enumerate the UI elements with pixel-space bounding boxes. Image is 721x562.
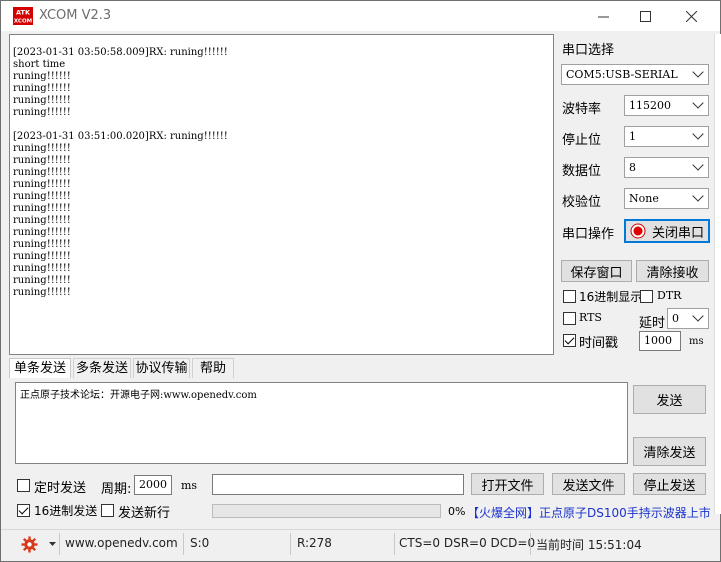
stop-bits-value: 1 (629, 130, 636, 143)
port-select-label: 串口选择 (562, 43, 615, 58)
open-file-button[interactable]: 打开文件 (471, 473, 544, 495)
timed-send-checkbox[interactable] (17, 479, 30, 492)
side-strip (714, 34, 721, 514)
chevron-down-icon (692, 66, 704, 78)
close-button[interactable] (668, 1, 714, 31)
status-lines: CTS=0 DSR=0 DCD=0 (399, 536, 536, 550)
status-bar: www.openedv.com S:0 R:278 CTS=0 DSR=0 DC… (1, 529, 720, 558)
send-progress-percent: 0% (448, 505, 466, 518)
save-window-button[interactable]: 保存窗口 (561, 260, 632, 282)
tab-protocol[interactable]: 协议传输 (133, 358, 190, 378)
data-bits-select[interactable]: 8 (624, 157, 709, 178)
period-unit: ms (181, 479, 198, 492)
stop-bits-label: 停止位 (562, 133, 602, 148)
period-label: 周期: (101, 482, 132, 497)
stop-send-label: 停止发送 (643, 478, 696, 494)
send-button-label: 发送 (656, 394, 683, 409)
window-title: XCOM V2.3 (39, 8, 112, 23)
caret-down-icon[interactable] (49, 542, 56, 547)
dtr-label: DTR (657, 289, 682, 302)
baud-select[interactable]: 115200 (624, 95, 709, 116)
port-operation-label: 串口操作 (562, 227, 615, 242)
rts-checkbox[interactable] (563, 312, 576, 325)
tab-single-send[interactable]: 单条发送 (9, 358, 71, 378)
save-window-label: 保存窗口 (570, 265, 623, 281)
port-select-value: COM5:USB-SERIAL (566, 68, 678, 81)
timestamp-checkbox[interactable] (563, 334, 576, 347)
minimize-button[interactable] (580, 1, 626, 31)
svg-text:XCOM: XCOM (14, 19, 32, 25)
delay-label: 延时 (639, 316, 666, 331)
data-bits-label: 数据位 (562, 164, 602, 179)
chevron-down-icon (692, 128, 704, 140)
chevron-down-icon (692, 190, 704, 202)
status-sent: S:0 (190, 536, 210, 550)
app-window: ATK XCOM XCOM V2.3 [2023-01-31 03:50:58.… (0, 0, 721, 562)
parity-label: 校验位 (562, 195, 602, 210)
close-port-label: 关闭串口 (651, 225, 704, 241)
maximize-button[interactable] (622, 1, 668, 31)
file-path-input[interactable] (212, 474, 464, 495)
stop-send-button[interactable]: 停止发送 (633, 473, 706, 495)
svg-text:ATK: ATK (16, 9, 31, 17)
send-file-label: 发送文件 (562, 478, 615, 494)
rts-label: RTS (579, 311, 602, 324)
clear-send-label: 清除发送 (643, 446, 696, 461)
minimize-icon (597, 16, 609, 17)
timestamp-input[interactable]: 1000 (639, 331, 681, 351)
receive-text: [2023-01-31 03:50:58.009]RX: runing!!!!!… (13, 47, 228, 298)
hex-display-label: 16进制显示 (579, 290, 643, 304)
chevron-down-icon (692, 159, 704, 171)
stop-bits-select[interactable]: 1 (624, 126, 709, 147)
chevron-down-icon (692, 97, 704, 109)
receive-textarea[interactable]: [2023-01-31 03:50:58.009]RX: runing!!!!!… (9, 34, 554, 355)
send-file-button[interactable]: 发送文件 (552, 473, 625, 495)
period-input[interactable]: 2000 (134, 475, 172, 495)
close-icon (685, 10, 697, 22)
gear-icon[interactable] (21, 536, 38, 553)
send-progress-bar (212, 504, 441, 518)
data-bits-value: 8 (629, 161, 636, 174)
close-port-button[interactable]: 关闭串口 (624, 219, 710, 243)
hex-send-label: 16进制发送 (34, 504, 98, 518)
port-status-icon (630, 223, 646, 239)
maximize-icon (639, 10, 651, 22)
ad-link[interactable]: 【火爆全网】正点原子DS100手持示波器上市 (467, 504, 711, 521)
tab-help[interactable]: 帮助 (192, 358, 234, 378)
tab-multi-send[interactable]: 多条发送 (73, 358, 131, 378)
port-select[interactable]: COM5:USB-SERIAL (561, 64, 709, 85)
timestamp-unit: ms (689, 336, 704, 347)
clear-send-button[interactable]: 清除发送 (633, 437, 706, 466)
send-text: 正点原子技术论坛：开源电子网:www.openedv.com (20, 390, 257, 401)
title-bar[interactable]: ATK XCOM XCOM V2.3 (1, 1, 720, 31)
send-textarea[interactable]: 正点原子技术论坛：开源电子网:www.openedv.com (15, 382, 628, 464)
send-button[interactable]: 发送 (633, 385, 706, 414)
status-received: R:278 (297, 536, 332, 550)
baud-label: 波特率 (562, 102, 602, 117)
baud-value: 115200 (629, 99, 671, 112)
status-time: 当前时间 15:51:04 (536, 538, 642, 552)
parity-value: None (629, 192, 659, 205)
clear-receive-button[interactable]: 清除接收 (636, 260, 709, 282)
newline-send-checkbox[interactable] (101, 504, 114, 517)
delay-select[interactable]: 0 (667, 308, 709, 329)
timed-send-label: 定时发送 (34, 481, 87, 496)
timestamp-label: 时间戳 (579, 336, 619, 351)
hex-send-checkbox[interactable] (17, 504, 30, 517)
clear-receive-label: 清除接收 (646, 265, 699, 281)
newline-send-label: 发送新行 (118, 506, 171, 521)
parity-select[interactable]: None (624, 188, 709, 209)
chevron-down-icon (692, 310, 704, 322)
app-logo-icon: ATK XCOM (13, 7, 33, 25)
delay-value: 0 (672, 312, 679, 325)
hex-display-checkbox[interactable] (563, 290, 576, 303)
status-url[interactable]: www.openedv.com (65, 536, 178, 550)
open-file-label: 打开文件 (481, 478, 534, 494)
dtr-checkbox[interactable] (640, 290, 653, 303)
